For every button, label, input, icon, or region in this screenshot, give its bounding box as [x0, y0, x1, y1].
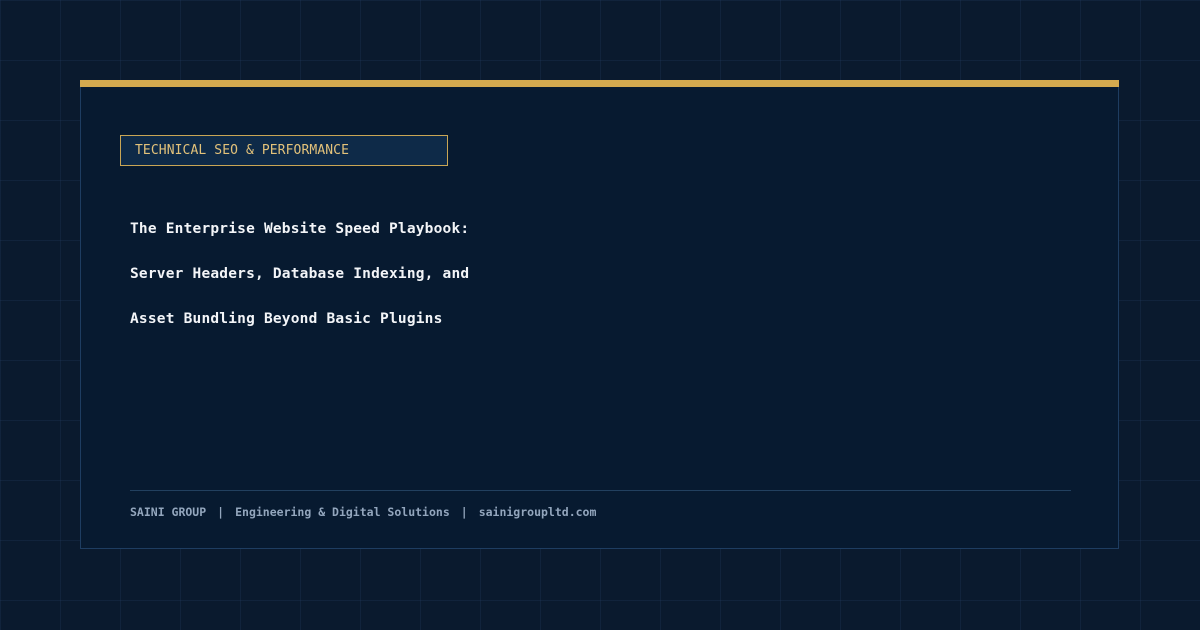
footer-separator: |: [217, 505, 225, 519]
brand-tagline: Engineering & Digital Solutions: [235, 505, 450, 519]
accent-bar: [80, 80, 1119, 87]
brand-name: SAINI GROUP: [130, 505, 207, 519]
category-tag: TECHNICAL SEO & PERFORMANCE: [120, 135, 448, 166]
title-line: Asset Bundling Beyond Basic Plugins: [130, 311, 443, 327]
footer: SAINI GROUP | Engineering & Digital Soluti…: [130, 503, 596, 521]
footer-separator: |: [460, 505, 468, 519]
article-title: The Enterprise Website Speed Playbook: S…: [130, 213, 469, 348]
title-line: Server Headers, Database Indexing, and: [130, 266, 470, 282]
footer-divider: [130, 490, 1071, 491]
website-link[interactable]: sainigroupltd.com: [479, 505, 597, 519]
title-line: The Enterprise Website Speed Playbook:: [130, 221, 470, 237]
cover-card: TECHNICAL SEO & PERFORMANCE The Enterpri…: [80, 80, 1119, 549]
